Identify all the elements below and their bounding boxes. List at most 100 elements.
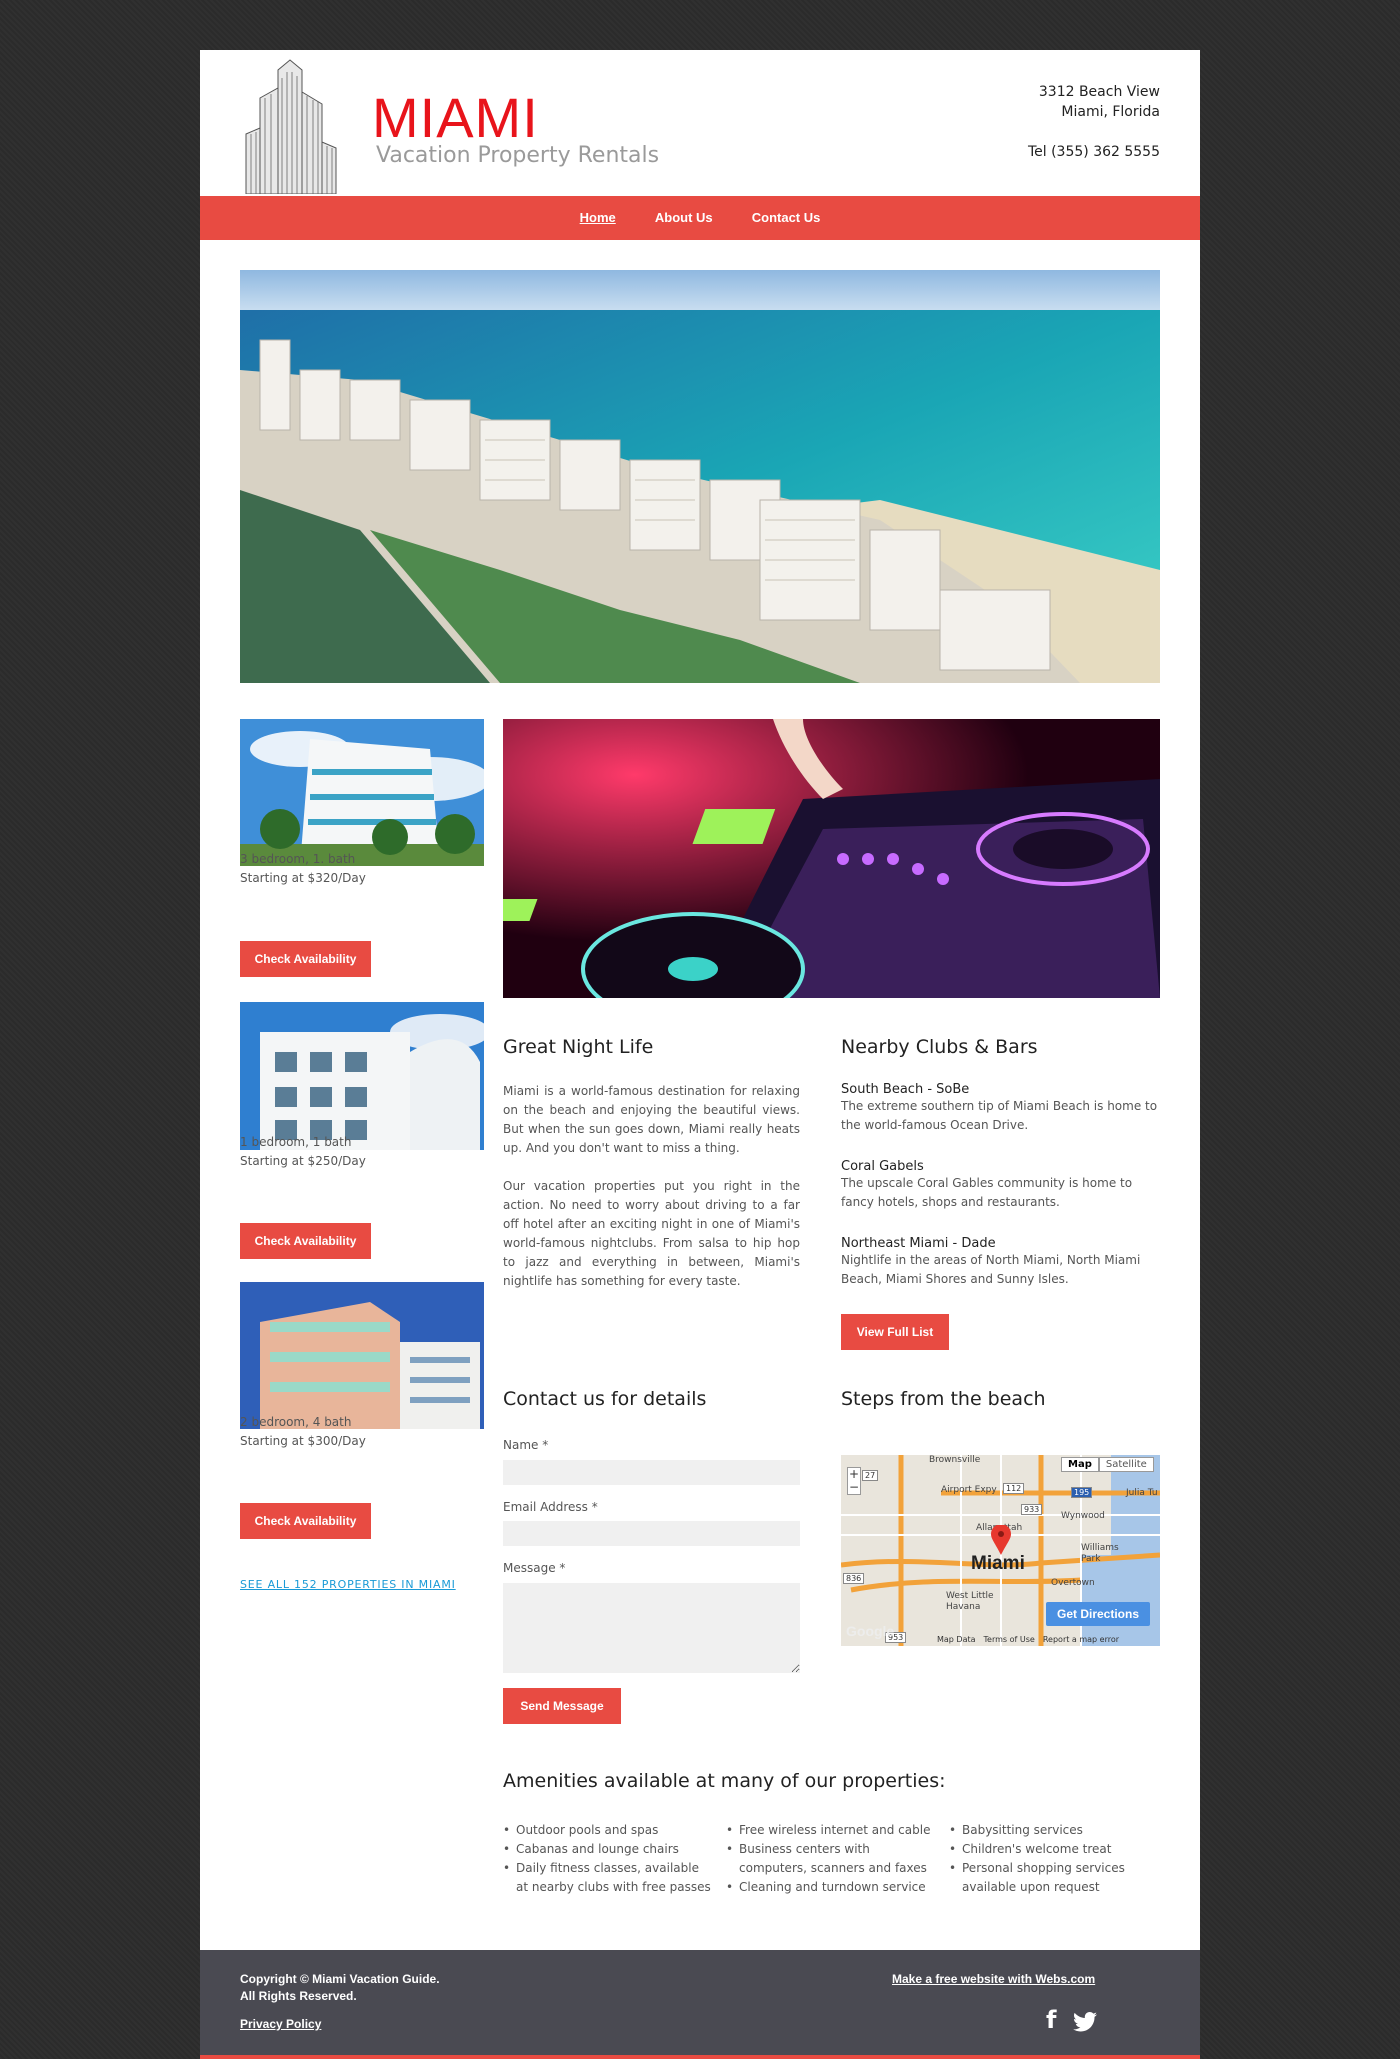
copyright-text: Copyright © Miami Vacation Guide. [240, 1972, 440, 1986]
map-heading: Steps from the beach [841, 1388, 1046, 1410]
map-data-link[interactable]: Map Data [937, 1635, 976, 1644]
message-textarea[interactable] [503, 1583, 800, 1673]
highway-shield: 836 [843, 1573, 865, 1584]
amenities-list-1: Outdoor pools and spas Cabanas and loung… [503, 1821, 713, 1897]
map-label: West Little Havana [946, 1591, 994, 1612]
skyscraper-logo-icon [245, 59, 337, 194]
view-full-list-button[interactable]: View Full List [841, 1314, 949, 1350]
nav-home[interactable]: Home [580, 196, 616, 240]
email-field[interactable] [503, 1521, 800, 1546]
check-availability-button-1[interactable]: Check Availability [240, 941, 371, 977]
nav-about-us[interactable]: About Us [655, 196, 713, 240]
club-description: The upscale Coral Gables community is ho… [841, 1176, 1133, 1209]
address-line-2: Miami, Florida [1061, 104, 1160, 120]
map-type-satellite-button[interactable]: Satellite [1098, 1457, 1154, 1472]
map-attribution: Map Data Terms of Use Report a map error [937, 1635, 1119, 1644]
amenities-list-2: Free wireless internet and cable Busines… [726, 1821, 936, 1897]
map-type-map-button[interactable]: Map [1061, 1457, 1099, 1472]
club-description: Nightlife in the areas of North Miami, N… [841, 1253, 1141, 1286]
footer: Copyright © Miami Vacation Guide. All Ri… [200, 1950, 1200, 2059]
page: MIAMI Vacation Property Rentals 3312 Bea… [200, 50, 1200, 2059]
property-image-2[interactable] [240, 1002, 484, 1150]
contact-address: 3312 Beach View Miami, Florida Tel (355)… [1028, 82, 1160, 162]
list-item: Cleaning and turndown service [726, 1878, 936, 1897]
message-label: Message * [503, 1561, 566, 1575]
name-label: Name * [503, 1438, 549, 1452]
map-terms-link[interactable]: Terms of Use [984, 1635, 1035, 1644]
highway-shield: 933 [1021, 1504, 1043, 1515]
zoom-out-icon[interactable]: − [848, 1481, 860, 1494]
property-image-3[interactable] [240, 1282, 484, 1429]
highway-shield: 27 [862, 1470, 879, 1481]
map-label: Wynwood [1061, 1511, 1105, 1521]
club-item: Coral Gabels The upscale Coral Gables co… [841, 1159, 1160, 1212]
nightlife-paragraph-1: Miami is a world-famous destination for … [503, 1084, 800, 1155]
list-item: Daily fitness classes, available at near… [503, 1859, 713, 1897]
address-line-1: 3312 Beach View [1038, 84, 1160, 100]
map-label: Julia Tu [1126, 1488, 1158, 1498]
map-city-label: Miami [971, 1553, 1025, 1574]
nightlife-heading: Great Night Life [503, 1036, 654, 1058]
zoom-control: + − [847, 1467, 861, 1495]
property-1-rooms: 3 bedroom, 1. bath [240, 852, 356, 866]
nightlife-dj-image [503, 719, 1160, 998]
property-2-rooms: 1 bedroom, 1 bath [240, 1135, 352, 1149]
email-label: Email Address * [503, 1500, 598, 1514]
clubs-heading: Nearby Clubs & Bars [841, 1036, 1038, 1058]
club-name: Coral Gabels [841, 1159, 924, 1174]
privacy-policy-link[interactable]: Privacy Policy [240, 2016, 321, 2033]
send-message-button[interactable]: Send Message [503, 1688, 621, 1724]
club-item: South Beach - SoBe The extreme southern … [841, 1082, 1160, 1135]
map-pin-icon[interactable] [991, 1525, 1011, 1555]
brand-subtitle: Vacation Property Rentals [376, 143, 660, 168]
map-report-link[interactable]: Report a map error [1043, 1635, 1119, 1644]
webs-link[interactable]: Make a free website with Webs.com [892, 1971, 1095, 1988]
map-label: Brownsville [929, 1455, 981, 1465]
list-item: Free wireless internet and cable [726, 1821, 936, 1840]
list-item: Personal shopping services available upo… [949, 1859, 1159, 1897]
property-image-1[interactable] [240, 719, 484, 866]
check-availability-button-2[interactable]: Check Availability [240, 1223, 371, 1259]
rights-text: All Rights Reserved. [240, 1989, 357, 2003]
list-item: Children's welcome treat [949, 1840, 1159, 1859]
footer-copyright: Copyright © Miami Vacation Guide. All Ri… [240, 1971, 440, 2005]
highway-shield: 112 [1003, 1483, 1025, 1494]
club-name: Northeast Miami - Dade [841, 1236, 996, 1251]
property-2-price: Starting at $250/Day [240, 1154, 366, 1168]
main-nav: Home About Us Contact Us [200, 196, 1200, 240]
google-logo: Google [846, 1623, 895, 1639]
nightlife-paragraph-2: Our vacation properties put you right in… [503, 1179, 800, 1288]
map-type-control: Map Satellite [1061, 1457, 1154, 1472]
club-item: Northeast Miami - Dade Nightlife in the … [841, 1236, 1160, 1289]
list-item: Cabanas and lounge chairs [503, 1840, 713, 1859]
brand-title: MIAMI [372, 86, 539, 149]
property-3-details: 2 bedroom, 4 bath Starting at $300/Day [240, 1413, 366, 1451]
property-3-rooms: 2 bedroom, 4 bath [240, 1415, 352, 1429]
see-all-properties-link[interactable]: SEE ALL 152 PROPERTIES IN MIAMI [240, 1578, 456, 1591]
amenities-list-3: Babysitting services Children's welcome … [949, 1821, 1159, 1897]
property-1-price: Starting at $320/Day [240, 871, 366, 885]
list-item: Outdoor pools and spas [503, 1821, 713, 1840]
highway-shield: 195 [1071, 1487, 1093, 1498]
property-1-details: 3 bedroom, 1. bath Starting at $320/Day [240, 850, 366, 888]
map-label: Williams Park [1081, 1543, 1119, 1564]
map-label: Airport Expy [941, 1485, 997, 1495]
list-item: Business centers with computers, scanner… [726, 1840, 936, 1878]
get-directions-button[interactable]: Get Directions [1046, 1602, 1150, 1626]
list-item: Babysitting services [949, 1821, 1159, 1840]
amenities-heading: Amenities available at many of our prope… [503, 1770, 946, 1792]
contact-heading: Contact us for details [503, 1388, 707, 1410]
map-label: Overtown [1051, 1578, 1095, 1588]
location-map[interactable]: Brownsville Airport Expy Wynwood Allapat… [841, 1455, 1160, 1646]
name-field[interactable] [503, 1460, 800, 1485]
club-description: The extreme southern tip of Miami Beach … [841, 1099, 1158, 1132]
club-name: South Beach - SoBe [841, 1082, 970, 1097]
check-availability-button-3[interactable]: Check Availability [240, 1503, 371, 1539]
hero-image-miami-beach [240, 270, 1160, 683]
twitter-icon[interactable] [1072, 2012, 1098, 2032]
facebook-icon[interactable]: f [1046, 2008, 1056, 2032]
nav-contact-us[interactable]: Contact Us [752, 196, 821, 240]
property-3-price: Starting at $300/Day [240, 1434, 366, 1448]
phone-number: Tel (355) 362 5555 [1027, 144, 1160, 160]
property-2-details: 1 bedroom, 1 bath Starting at $250/Day [240, 1133, 366, 1171]
